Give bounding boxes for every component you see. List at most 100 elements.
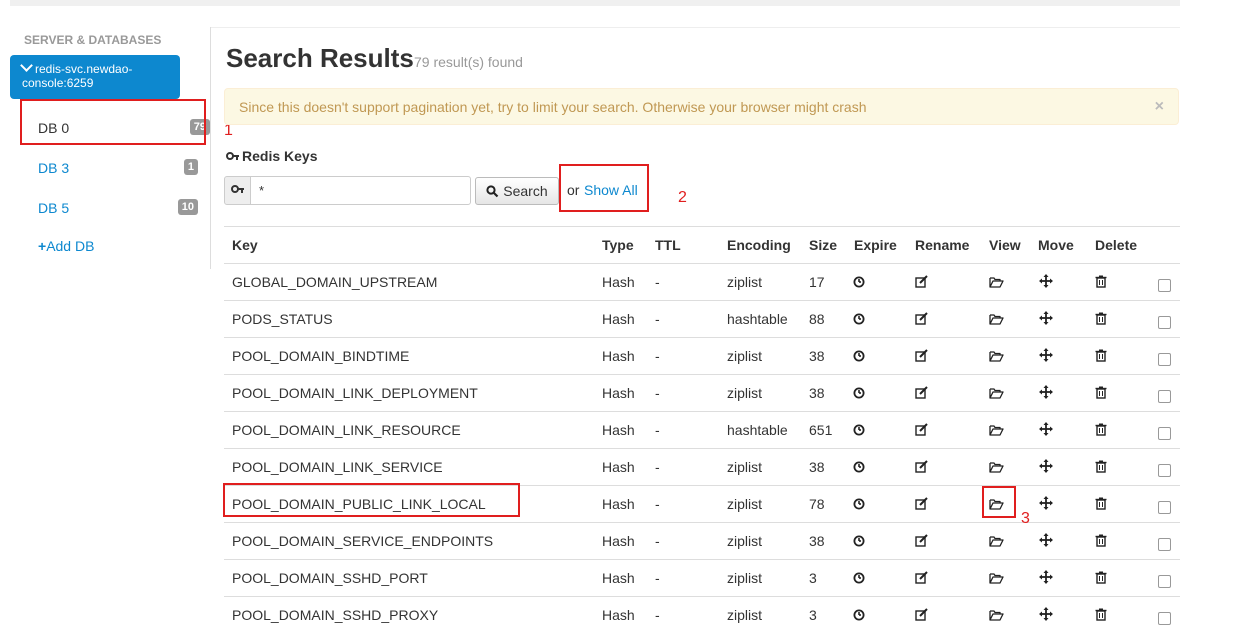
folder-open-icon[interactable] [989,264,1004,300]
chevron-down-icon [20,59,33,72]
column-header: Delete [1095,237,1138,253]
edit-icon[interactable] [915,486,929,522]
trash-icon[interactable] [1095,560,1107,596]
edit-icon[interactable] [915,301,929,337]
trash-icon[interactable] [1095,412,1107,448]
move-icon[interactable] [1039,597,1053,633]
type-cell: Hash [602,348,635,364]
trash-icon[interactable] [1095,449,1107,485]
clock-icon[interactable] [853,412,865,448]
folder-open-icon[interactable] [989,597,1004,633]
annotation-number-3: 3 [1021,510,1030,527]
ttl-cell: - [655,311,660,327]
row-checkbox[interactable] [1158,427,1171,440]
add-db-label: Add DB [46,238,95,254]
clock-icon[interactable] [853,338,865,374]
folder-open-icon[interactable] [989,523,1004,559]
table-row: POOL_DOMAIN_LINK_DEPLOYMENT Hash - ziplist 3… [224,374,1180,411]
clock-icon[interactable] [853,486,865,522]
trash-icon[interactable] [1095,523,1107,559]
folder-open-icon[interactable] [989,338,1004,374]
clock-icon[interactable] [853,264,865,300]
clock-icon[interactable] [853,449,865,485]
move-icon[interactable] [1039,264,1053,300]
move-icon[interactable] [1039,301,1053,337]
edit-icon[interactable] [915,560,929,596]
result-count: 79 result(s) found [414,54,523,70]
top-bar [10,0,1180,6]
edit-icon[interactable] [915,338,929,374]
move-icon[interactable] [1039,338,1053,374]
search-button[interactable]: Search [475,177,559,205]
clock-icon[interactable] [853,523,865,559]
trash-icon[interactable] [1095,375,1107,411]
edit-icon[interactable] [915,375,929,411]
sidebar-item-db5[interactable]: DB 5 10 [38,199,198,216]
encoding-cell: hashtable [727,422,788,438]
size-cell: 78 [809,496,825,512]
move-icon[interactable] [1039,449,1053,485]
row-checkbox[interactable] [1158,612,1171,625]
move-icon[interactable] [1039,412,1053,448]
page-title: Search Results [226,43,414,73]
move-icon[interactable] [1039,375,1053,411]
encoding-cell: ziplist [727,459,763,475]
server-button[interactable]: redis-svc.newdao-console:6259 [10,55,180,99]
folder-open-icon[interactable] [989,301,1004,337]
db-count-badge: 1 [183,159,198,175]
trash-icon[interactable] [1095,486,1107,522]
row-checkbox[interactable] [1158,575,1171,588]
db-label: DB 3 [38,160,70,176]
column-header[interactable]: Encoding [727,227,791,263]
column-header[interactable]: TTL [655,227,681,263]
row-checkbox[interactable] [1158,501,1171,514]
plus-icon: + [38,238,47,254]
size-cell: 88 [809,311,825,327]
key-icon [226,152,239,160]
size-cell: 38 [809,533,825,549]
table-row: POOL_DOMAIN_SSHD_PROXY Hash - ziplist 3 [224,596,1180,633]
column-header[interactable]: Key [232,227,258,263]
size-cell: 38 [809,385,825,401]
folder-open-icon[interactable] [989,449,1004,485]
move-icon[interactable] [1039,486,1053,522]
row-checkbox[interactable] [1158,316,1171,329]
size-cell: 38 [809,348,825,364]
edit-icon[interactable] [915,264,929,300]
folder-open-icon[interactable] [989,375,1004,411]
type-cell: Hash [602,496,635,512]
edit-icon[interactable] [915,597,929,633]
trash-icon[interactable] [1095,301,1107,337]
move-icon[interactable] [1039,523,1053,559]
trash-icon[interactable] [1095,597,1107,633]
clock-icon[interactable] [853,560,865,596]
folder-open-icon[interactable] [989,560,1004,596]
sidebar-item-db3[interactable]: DB 3 1 [38,159,198,176]
add-db-link[interactable]: +Add DB [38,238,94,254]
folder-open-icon[interactable] [989,412,1004,448]
table-header-row: Key Type TTL Encoding Size Expire Rename… [224,226,1180,263]
close-icon[interactable]: × [1155,89,1164,125]
search-input[interactable] [250,176,471,205]
column-header[interactable]: Size [809,227,837,263]
row-checkbox[interactable] [1158,464,1171,477]
row-checkbox[interactable] [1158,390,1171,403]
edit-icon[interactable] [915,523,929,559]
edit-icon[interactable] [915,449,929,485]
row-checkbox[interactable] [1158,353,1171,366]
trash-icon[interactable] [1095,338,1107,374]
row-checkbox[interactable] [1158,279,1171,292]
clock-icon[interactable] [853,375,865,411]
trash-icon[interactable] [1095,264,1107,300]
move-icon[interactable] [1039,560,1053,596]
column-header[interactable]: Type [602,227,634,263]
pagination-alert: Since this doesn't support pagination ye… [224,88,1179,125]
encoding-cell: ziplist [727,570,763,586]
ttl-cell: - [655,459,660,475]
clock-icon[interactable] [853,301,865,337]
row-checkbox[interactable] [1158,538,1171,551]
table-row: POOL_DOMAIN_LINK_RESOURCE Hash - hashtable 6… [224,411,1180,448]
edit-icon[interactable] [915,412,929,448]
ttl-cell: - [655,570,660,586]
clock-icon[interactable] [853,597,865,633]
